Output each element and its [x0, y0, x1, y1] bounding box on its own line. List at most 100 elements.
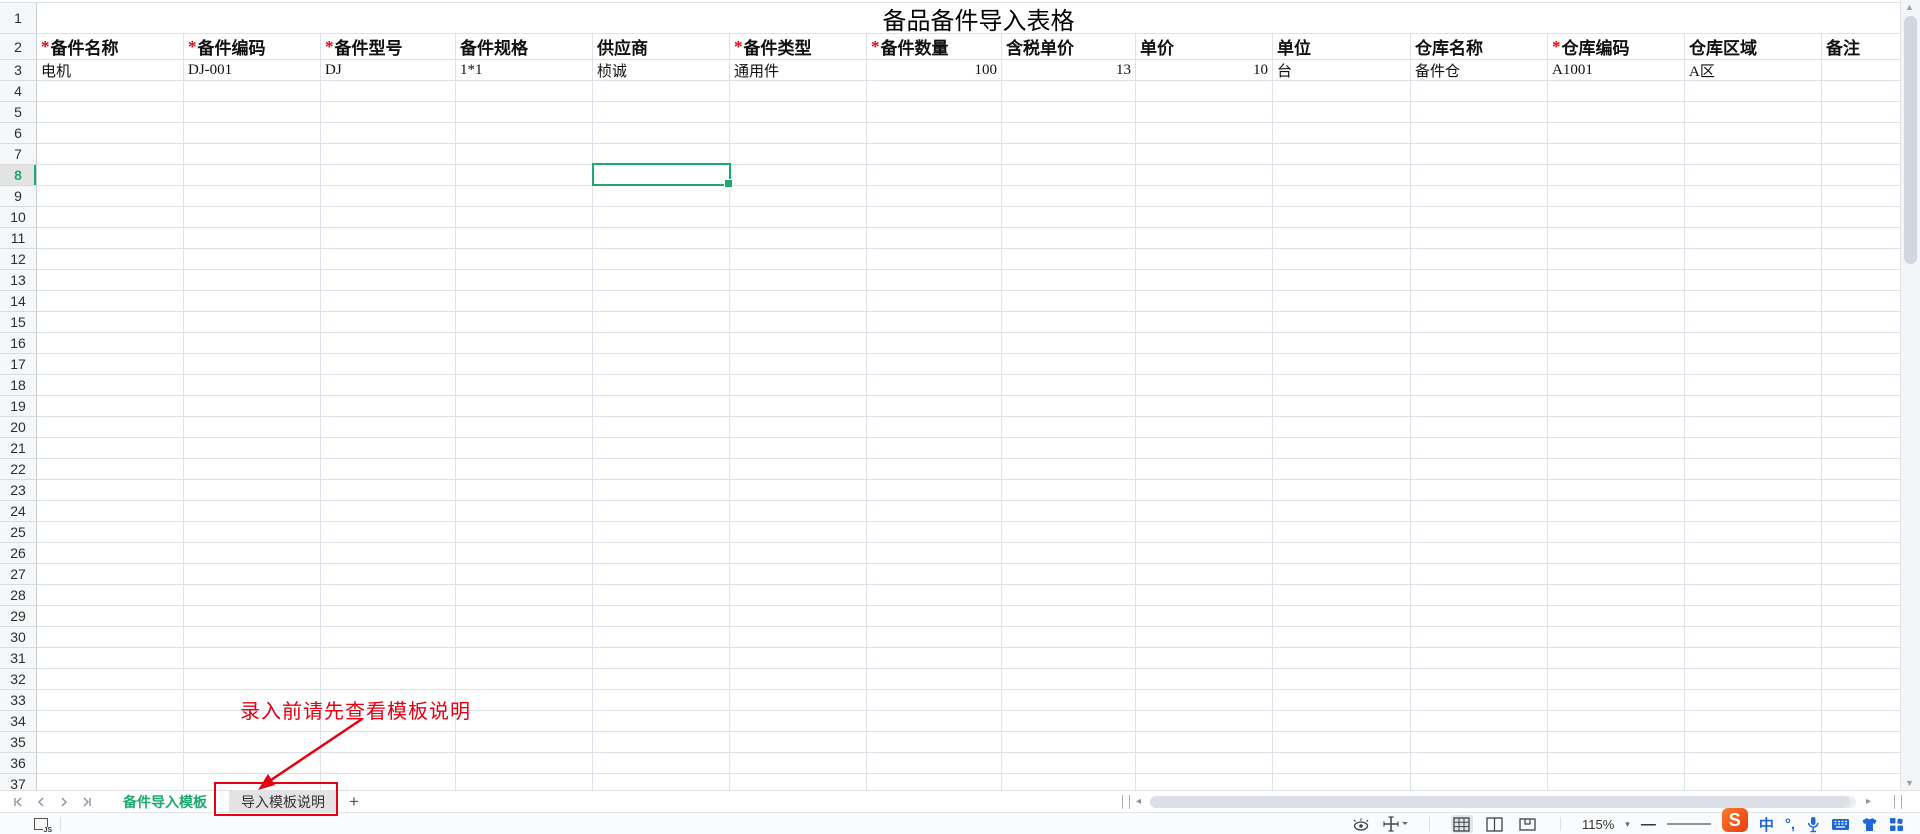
column-header-cell[interactable]: 单价: [1136, 34, 1273, 60]
tab-spare-parts-import-template[interactable]: 备件导入模板: [111, 791, 219, 813]
cell[interactable]: [1685, 102, 1822, 123]
cell[interactable]: [1685, 606, 1822, 627]
row-header[interactable]: 27: [0, 564, 37, 585]
cell[interactable]: [1002, 438, 1136, 459]
horizontal-scrollbar[interactable]: [1150, 796, 1856, 808]
cell[interactable]: [456, 144, 593, 165]
cell[interactable]: [456, 438, 593, 459]
zoom-out-button[interactable]: —: [1641, 816, 1656, 833]
cell[interactable]: [730, 690, 867, 711]
cell[interactable]: [1136, 144, 1273, 165]
cell[interactable]: [321, 606, 456, 627]
cell[interactable]: [1136, 375, 1273, 396]
data-cell[interactable]: 电机: [37, 60, 184, 81]
cell[interactable]: [1685, 522, 1822, 543]
cell[interactable]: [456, 522, 593, 543]
input-lang-toggle[interactable]: 中: [1759, 814, 1774, 834]
cell[interactable]: [1548, 690, 1685, 711]
macro-record-icon[interactable]: JS: [34, 818, 50, 831]
cell[interactable]: [1136, 459, 1273, 480]
column-header-cell[interactable]: 仓库名称: [1411, 34, 1548, 60]
cell[interactable]: [1273, 543, 1411, 564]
cell[interactable]: [1548, 627, 1685, 648]
cell[interactable]: [321, 648, 456, 669]
cell[interactable]: [593, 480, 730, 501]
cell[interactable]: [1548, 186, 1685, 207]
row-header[interactable]: 11: [0, 228, 37, 249]
cell[interactable]: [1273, 207, 1411, 228]
cell[interactable]: [1685, 354, 1822, 375]
cell[interactable]: [867, 396, 1002, 417]
cell[interactable]: [867, 207, 1002, 228]
cell[interactable]: [593, 606, 730, 627]
cell[interactable]: [37, 417, 184, 438]
cell[interactable]: [1822, 690, 1901, 711]
cell[interactable]: [1002, 291, 1136, 312]
cell[interactable]: [1822, 564, 1901, 585]
column-header-cell[interactable]: *备件编码: [184, 34, 321, 60]
cell[interactable]: [867, 438, 1002, 459]
cell[interactable]: [184, 732, 321, 753]
cell[interactable]: [456, 564, 593, 585]
cell[interactable]: [730, 417, 867, 438]
cell[interactable]: [1002, 480, 1136, 501]
cell[interactable]: [1411, 606, 1548, 627]
cell[interactable]: [1002, 312, 1136, 333]
cell[interactable]: [37, 438, 184, 459]
cell[interactable]: [321, 186, 456, 207]
cell[interactable]: [730, 123, 867, 144]
cell[interactable]: [1411, 774, 1548, 790]
cell[interactable]: [1685, 312, 1822, 333]
cell[interactable]: [1548, 375, 1685, 396]
first-sheet-icon[interactable]: [10, 794, 26, 810]
cell[interactable]: [1548, 648, 1685, 669]
cell[interactable]: [1411, 249, 1548, 270]
cell[interactable]: [321, 354, 456, 375]
cell[interactable]: [184, 102, 321, 123]
cell[interactable]: [321, 459, 456, 480]
input-punct-toggle[interactable]: °,: [1785, 816, 1795, 833]
data-cell[interactable]: [1822, 60, 1901, 81]
cell[interactable]: [1548, 669, 1685, 690]
cell[interactable]: [730, 186, 867, 207]
hscroll-left-icon[interactable]: ◂: [1136, 796, 1141, 807]
data-cell[interactable]: 10: [1136, 60, 1273, 81]
cell[interactable]: [593, 375, 730, 396]
cell[interactable]: [1411, 354, 1548, 375]
cell[interactable]: [1002, 270, 1136, 291]
next-sheet-icon[interactable]: [56, 794, 72, 810]
data-cell[interactable]: 台: [1273, 60, 1411, 81]
cell[interactable]: [1136, 228, 1273, 249]
cell[interactable]: [321, 753, 456, 774]
cell[interactable]: [1411, 480, 1548, 501]
cell[interactable]: [1411, 396, 1548, 417]
row-header[interactable]: 5: [0, 102, 37, 123]
sogou-toolbox-icon[interactable]: [1889, 817, 1904, 832]
cell[interactable]: [867, 711, 1002, 732]
scroll-up-icon[interactable]: ▲: [1905, 2, 1914, 12]
horizontal-scroll-thumb[interactable]: [1150, 796, 1850, 808]
cell[interactable]: [1411, 648, 1548, 669]
cell[interactable]: [867, 123, 1002, 144]
cell[interactable]: [1685, 123, 1822, 144]
cell[interactable]: [1002, 207, 1136, 228]
cell[interactable]: [867, 228, 1002, 249]
cell[interactable]: [1685, 375, 1822, 396]
cell[interactable]: [1273, 564, 1411, 585]
cell[interactable]: [37, 459, 184, 480]
cell[interactable]: [593, 207, 730, 228]
cell[interactable]: [1822, 144, 1901, 165]
cell[interactable]: [730, 627, 867, 648]
cell[interactable]: [456, 606, 593, 627]
pane-split-handle[interactable]: [1122, 795, 1130, 809]
cell[interactable]: [593, 753, 730, 774]
cell[interactable]: [184, 417, 321, 438]
cell[interactable]: [867, 669, 1002, 690]
cell[interactable]: [593, 459, 730, 480]
cell[interactable]: [867, 774, 1002, 790]
row-header[interactable]: 8: [0, 165, 37, 186]
cell[interactable]: [456, 543, 593, 564]
cell[interactable]: [1002, 102, 1136, 123]
cell[interactable]: [321, 207, 456, 228]
cell[interactable]: [867, 459, 1002, 480]
